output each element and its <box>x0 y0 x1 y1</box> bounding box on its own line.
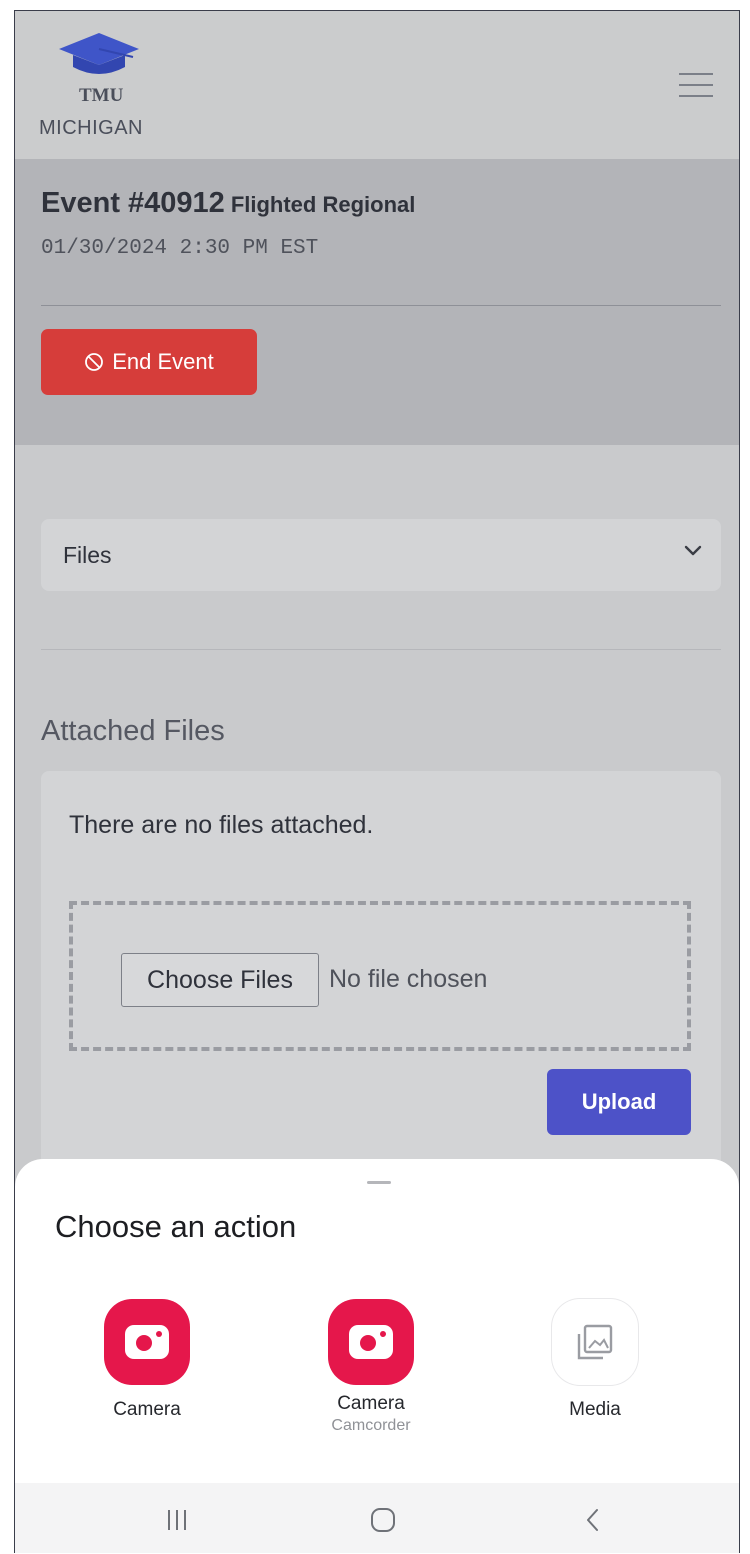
camera-icon <box>328 1299 414 1385</box>
recent-apps-icon[interactable] <box>157 1503 197 1537</box>
attached-files-card: There are no files attached. Choose File… <box>41 771 721 1191</box>
camera-icon <box>104 1299 190 1385</box>
logo-subtext: MICHIGAN <box>39 117 143 139</box>
divider <box>41 305 721 306</box>
hamburger-menu-icon[interactable] <box>679 73 719 105</box>
app-label: Camera <box>113 1399 181 1420</box>
app-sublabel: Camcorder <box>331 1417 411 1434</box>
end-event-label: End Event <box>112 349 214 374</box>
event-datetime: 01/30/2024 2:30 PM EST <box>41 237 319 260</box>
upload-button[interactable]: Upload <box>547 1069 691 1135</box>
app-option-media[interactable]: Media <box>505 1299 685 1421</box>
action-sheet-title: Choose an action <box>55 1209 297 1244</box>
files-select[interactable]: Files <box>41 519 721 591</box>
event-number: Event #40912 <box>41 187 225 219</box>
end-event-button[interactable]: End Event <box>41 329 257 395</box>
choose-files-button[interactable]: Choose Files <box>121 953 319 1007</box>
chevron-down-icon <box>684 545 702 556</box>
file-dropzone[interactable]: Choose Files No file chosen <box>69 901 691 1051</box>
event-title: Event #40912 Flighted Regional <box>41 187 415 220</box>
attached-files-heading: Attached Files <box>41 715 225 747</box>
prohibited-icon <box>85 353 104 371</box>
event-type: Flighted Regional <box>230 192 416 217</box>
app-option-camera[interactable]: Camera <box>57 1299 237 1421</box>
gallery-icon <box>552 1299 638 1385</box>
files-select-value: Files <box>63 541 112 568</box>
event-panel: Event #40912 Flighted Regional 01/30/2024… <box>15 159 739 445</box>
empty-files-message: There are no files attached. <box>69 811 374 839</box>
logo-text: TMU <box>79 85 124 106</box>
file-status-text: No file chosen <box>329 965 488 993</box>
graduation-cap-icon <box>59 33 139 74</box>
divider <box>41 649 721 650</box>
system-nav-bar <box>15 1483 739 1553</box>
back-icon[interactable] <box>573 1503 613 1537</box>
tmu-logo[interactable]: TMU MICHIGAN <box>39 25 169 145</box>
app-option-camcorder[interactable]: Camera Camcorder <box>281 1299 461 1435</box>
app-frame: TMU MICHIGAN Event #40912 Flighted Region… <box>14 10 740 1553</box>
top-bar: TMU MICHIGAN <box>15 11 739 159</box>
app-label: Media <box>569 1399 621 1420</box>
action-sheet: Choose an action Camera Camera Camcorder… <box>15 1159 739 1483</box>
app-label: Camera <box>337 1393 405 1414</box>
sheet-drag-handle[interactable] <box>367 1181 391 1184</box>
home-icon[interactable] <box>363 1503 403 1537</box>
